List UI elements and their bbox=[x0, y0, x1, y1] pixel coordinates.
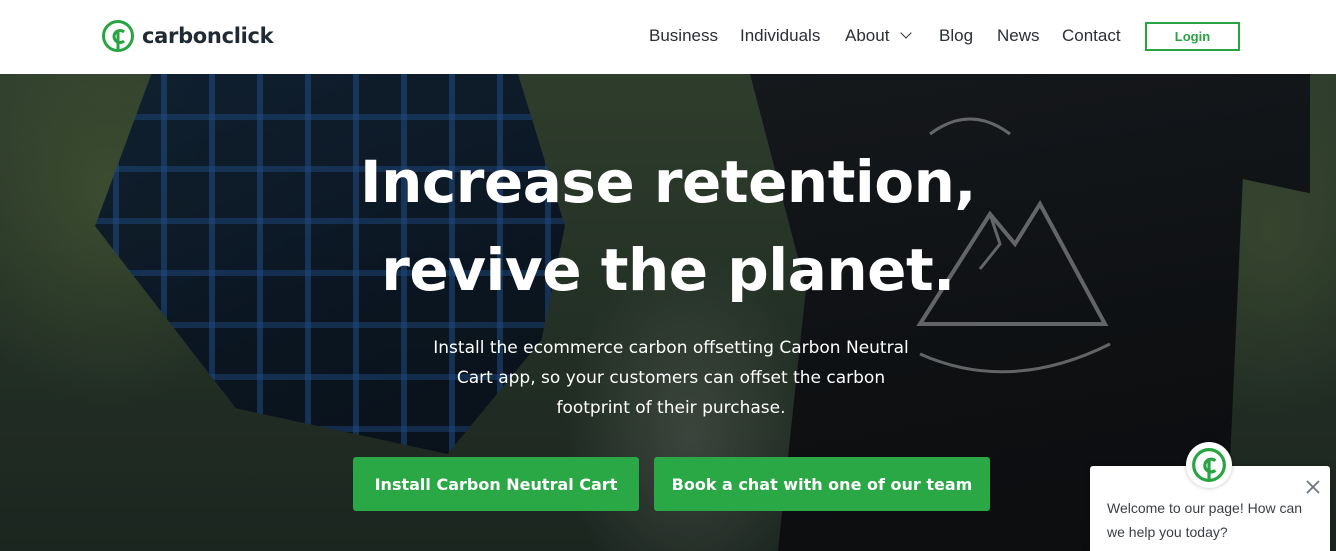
hero-subtext-line-3: footprint of their purchase. bbox=[556, 398, 786, 418]
chevron-down-icon bbox=[900, 27, 913, 39]
hero-subtext-line-1: Install the ecommerce carbon offsetting … bbox=[433, 338, 909, 358]
nav-item-blog[interactable]: Blog bbox=[939, 24, 973, 48]
login-button[interactable]: Login bbox=[1145, 22, 1240, 51]
nav-item-about[interactable]: About bbox=[845, 24, 913, 48]
nav-item-individuals[interactable]: Individuals bbox=[740, 24, 820, 48]
install-cart-button[interactable]: Install Carbon Neutral Cart bbox=[353, 457, 639, 511]
hero-headline-line-1: Increase retention, bbox=[360, 148, 976, 216]
hero-headline-line-2: revive the planet. bbox=[381, 236, 955, 304]
main-nav: Business Individuals About Blog News Con… bbox=[0, 24, 1336, 50]
chat-widget[interactable]: Welcome to our page! How can we help you… bbox=[1090, 442, 1330, 551]
hero-subtext: Install the ecommerce carbon offsetting … bbox=[418, 333, 924, 423]
hero-subtext-line-2: Cart app, so your customers can offset t… bbox=[456, 368, 886, 388]
nav-item-business[interactable]: Business bbox=[649, 24, 718, 48]
nav-item-news[interactable]: News bbox=[997, 24, 1040, 48]
site-header: carbonclick Business Individuals About B… bbox=[0, 0, 1336, 74]
chat-welcome-message: Welcome to our page! How can we help you… bbox=[1107, 500, 1303, 540]
nav-item-about-label: About bbox=[845, 26, 890, 45]
close-icon[interactable] bbox=[1304, 478, 1322, 496]
book-chat-button[interactable]: Book a chat with one of our team bbox=[654, 457, 990, 511]
carbonclick-logo-icon bbox=[1192, 448, 1226, 482]
nav-item-contact[interactable]: Contact bbox=[1062, 24, 1121, 48]
chat-avatar bbox=[1186, 442, 1232, 488]
hero-headline: Increase retention, revive the planet. bbox=[0, 138, 1336, 314]
